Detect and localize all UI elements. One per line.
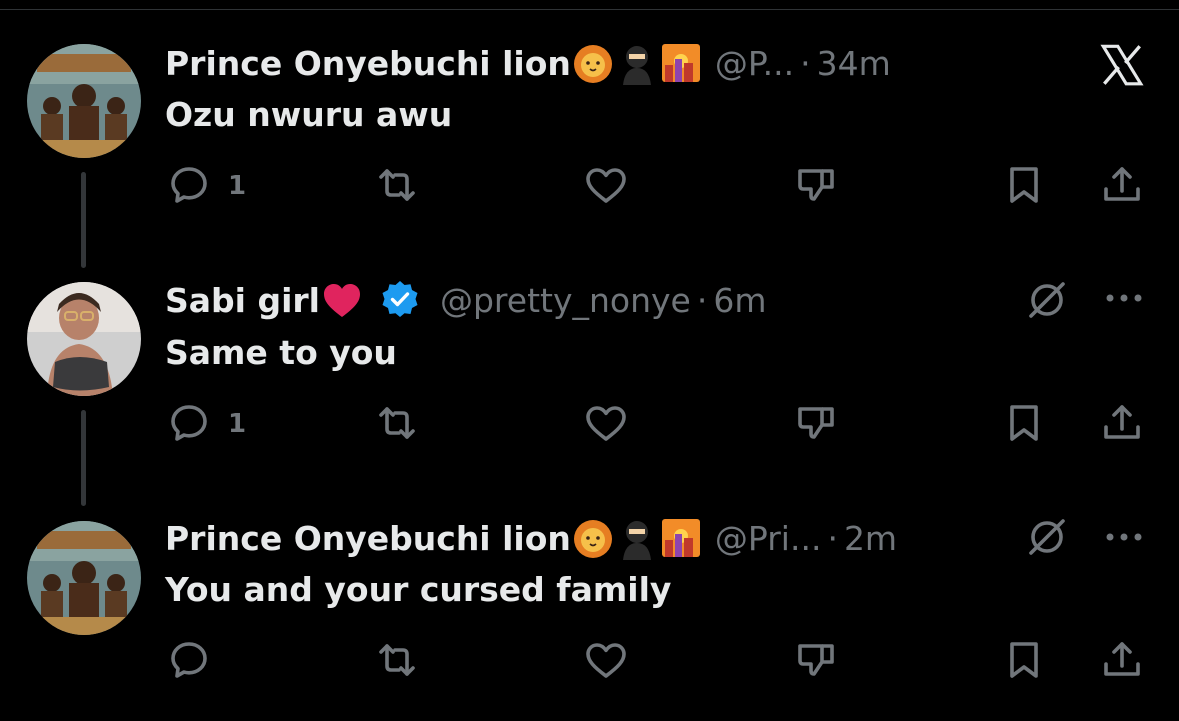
- tweet-text: You and your cursed family: [165, 570, 672, 609]
- bookmark-button[interactable]: [1000, 160, 1050, 210]
- tweet-header: Prince Onyebuchi lion @P... · 34m: [165, 40, 891, 86]
- tweet-header: Prince Onyebuchi lion @Pri... · 2m: [165, 515, 897, 561]
- repost-button[interactable]: [373, 398, 423, 448]
- repost-button[interactable]: [373, 160, 423, 210]
- sunset-city-emoji: [661, 44, 700, 82]
- handle[interactable]: @P...: [715, 44, 794, 83]
- share-icon: [1104, 405, 1140, 439]
- share-button[interactable]: [1098, 398, 1148, 448]
- tweet-text: Same to you: [165, 333, 397, 372]
- thread-line: [81, 410, 86, 506]
- tweet[interactable]: Prince Onyebuchi lion @P... · 34m Ozu nw…: [0, 0, 1179, 240]
- like-button[interactable]: [582, 398, 632, 448]
- repost-icon: [379, 407, 415, 439]
- avatar[interactable]: [27, 44, 141, 158]
- separator-dot: ·: [696, 280, 708, 320]
- verified-badge-icon: [382, 281, 418, 317]
- tweet-text: Ozu nwuru awu: [165, 95, 453, 134]
- tweet-header: Sabi girl @pretty_nonye · 6m: [165, 277, 767, 323]
- reply-button[interactable]: [165, 635, 215, 685]
- reply-icon: [171, 405, 207, 441]
- timestamp[interactable]: 34m: [817, 44, 891, 83]
- reply-count: 1: [228, 409, 247, 439]
- timestamp[interactable]: 6m: [713, 281, 766, 320]
- separator-dot: ·: [827, 518, 838, 558]
- downvote-button[interactable]: [792, 635, 842, 685]
- heart-icon: [586, 168, 626, 203]
- bookmark-icon: [1010, 642, 1038, 678]
- downvote-icon: [798, 644, 834, 676]
- avatar[interactable]: [27, 282, 141, 396]
- bookmark-icon: [1010, 405, 1038, 441]
- display-name[interactable]: Sabi girl: [165, 281, 320, 320]
- timestamp[interactable]: 2m: [844, 519, 897, 558]
- ninja-emoji: [622, 521, 651, 560]
- reply-button[interactable]: [165, 160, 215, 210]
- downvote-icon: [798, 169, 834, 201]
- heart-icon: [586, 643, 626, 678]
- like-button[interactable]: [582, 160, 632, 210]
- reply-button[interactable]: [165, 398, 215, 448]
- bookmark-button[interactable]: [1000, 635, 1050, 685]
- reply-icon: [171, 167, 207, 203]
- share-button[interactable]: [1098, 635, 1148, 685]
- lion-emoji: [573, 520, 612, 558]
- bookmark-button[interactable]: [1000, 398, 1050, 448]
- repost-icon: [379, 644, 415, 676]
- handle[interactable]: @Pri...: [715, 519, 822, 558]
- sunset-city-emoji: [661, 519, 700, 557]
- lion-emoji: [573, 45, 612, 83]
- heart-icon: [586, 406, 626, 441]
- more-options-icon[interactable]: [1102, 529, 1146, 545]
- downvote-button[interactable]: [792, 398, 842, 448]
- grok-icon[interactable]: [1023, 513, 1071, 561]
- bookmark-icon: [1010, 167, 1038, 203]
- handle[interactable]: @pretty_nonye: [440, 281, 691, 320]
- separator-dot: ·: [800, 43, 811, 83]
- downvote-button[interactable]: [792, 160, 842, 210]
- display-name[interactable]: Prince Onyebuchi lion: [165, 519, 571, 558]
- more-options-icon[interactable]: [1102, 290, 1146, 306]
- repost-icon: [379, 169, 415, 201]
- like-button[interactable]: [582, 635, 632, 685]
- avatar[interactable]: [27, 521, 141, 635]
- reply-icon: [171, 642, 207, 678]
- reply-count: 1: [228, 171, 247, 201]
- share-icon: [1104, 642, 1140, 676]
- red-heart-emoji: [323, 284, 360, 317]
- share-button[interactable]: [1098, 160, 1148, 210]
- ninja-emoji: [622, 46, 651, 85]
- downvote-icon: [798, 407, 834, 439]
- repost-button[interactable]: [373, 635, 423, 685]
- display-name[interactable]: Prince Onyebuchi lion: [165, 44, 571, 83]
- share-icon: [1104, 167, 1140, 201]
- grok-icon[interactable]: [1023, 276, 1071, 324]
